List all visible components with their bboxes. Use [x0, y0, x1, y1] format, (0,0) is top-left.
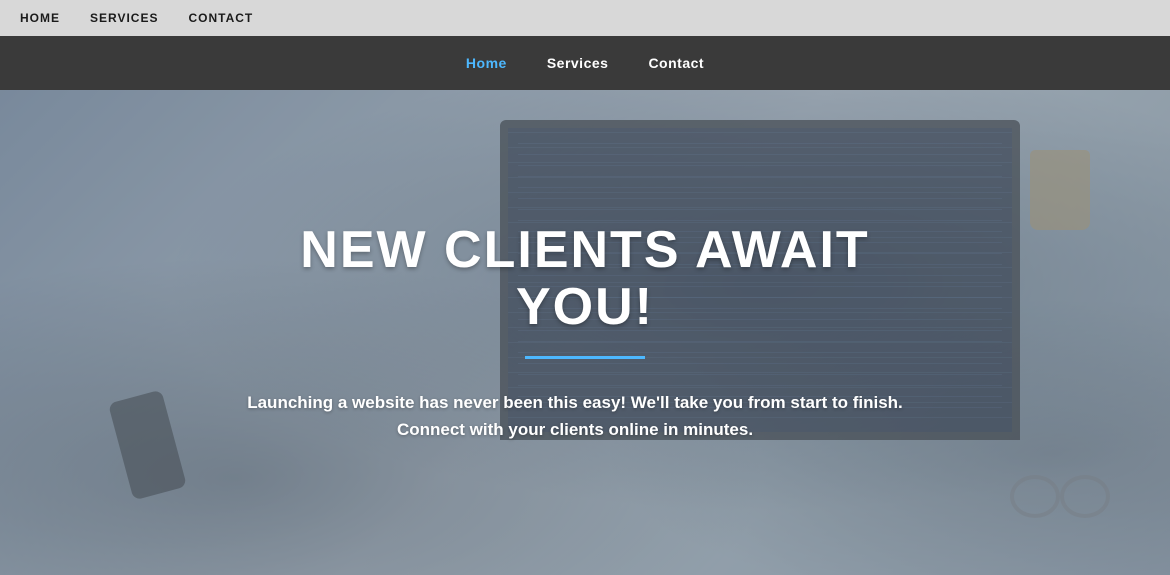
hero-divider: [525, 356, 645, 359]
secondary-nav-home[interactable]: Home: [466, 55, 507, 71]
top-nav-home[interactable]: HOME: [20, 11, 60, 25]
hero-subtitle: Launching a website has never been this …: [225, 389, 925, 443]
secondary-nav-services[interactable]: Services: [547, 55, 609, 71]
hero-title: NEW CLIENTS AWAIT YOU!: [225, 222, 945, 336]
hero-section: NEW CLIENTS AWAIT YOU! Launching a websi…: [0, 90, 1170, 575]
secondary-nav-contact[interactable]: Contact: [648, 55, 704, 71]
top-nav-services[interactable]: SERVICES: [90, 11, 158, 25]
hero-content: NEW CLIENTS AWAIT YOU! Launching a websi…: [185, 222, 985, 444]
top-navigation: HOME SERVICES CONTACT: [0, 0, 1170, 36]
secondary-navigation: Home Services Contact: [0, 36, 1170, 90]
top-nav-contact[interactable]: CONTACT: [188, 11, 253, 25]
